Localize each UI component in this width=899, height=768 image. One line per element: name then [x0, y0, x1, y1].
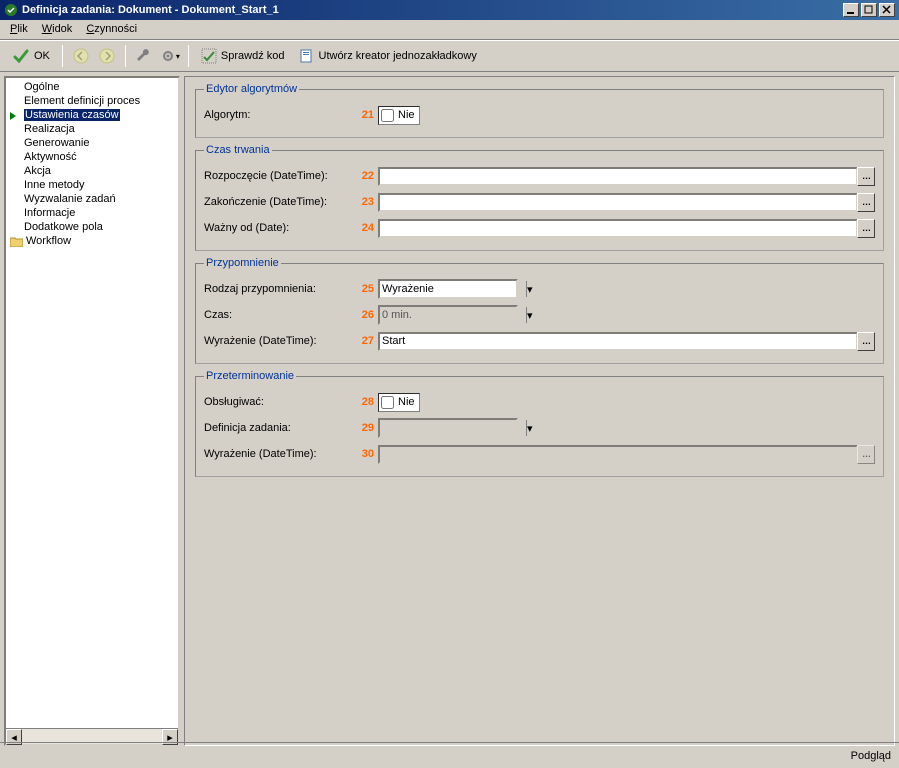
wyrazenie-2-picker: … — [857, 445, 875, 464]
verify-icon — [201, 48, 217, 64]
tree-item-dodatkowe-pola[interactable]: Dodatkowe pola — [6, 220, 178, 234]
definicja-combo: ▾ — [378, 418, 518, 438]
legend-edytor: Edytor algorytmów — [204, 83, 299, 95]
chevron-down-icon: ▾ — [526, 307, 533, 323]
num-29: 29 — [354, 422, 374, 434]
tree: Ogólne Element definicji proces Ustawien… — [6, 78, 178, 728]
group-edytor-algorytmow: Edytor algorytmów Algorytm: 21 Nie — [195, 83, 884, 138]
num-30: 30 — [354, 448, 374, 460]
num-23: 23 — [354, 196, 374, 208]
app-icon — [4, 3, 18, 17]
label-rodzaj-przyp: Rodzaj przypomnienia: — [204, 283, 354, 295]
menubar: Plik Widok Czynności — [0, 20, 899, 40]
rodzaj-przyp-combo[interactable]: ▾ — [378, 279, 518, 299]
label-wazny-od: Ważny od (Date): — [204, 222, 354, 234]
titlebar: Definicja zadania: Dokument - Dokument_S… — [0, 0, 899, 20]
sidebar: Ogólne Element definicji proces Ustawien… — [4, 76, 180, 746]
num-22: 22 — [354, 170, 374, 182]
tree-item-wyzwalanie[interactable]: Wyzwalanie zadań — [6, 192, 178, 206]
tool-gear-button[interactable]: ▾ — [158, 44, 182, 68]
obslugiwac-checkbox[interactable] — [381, 396, 394, 409]
nav-back-button[interactable] — [69, 44, 93, 68]
wyrazenie-input[interactable] — [378, 332, 858, 351]
legend-czas-trwania: Czas trwania — [204, 144, 272, 156]
wazny-od-picker[interactable]: … — [857, 219, 875, 238]
wizard-icon — [299, 48, 315, 64]
group-czas-trwania: Czas trwania Rozpoczęcie (DateTime): 22 … — [195, 144, 884, 251]
algorytm-checkbox-wrap[interactable]: Nie — [378, 106, 420, 125]
definicja-input — [380, 420, 526, 436]
obslugiwac-check-label: Nie — [398, 396, 415, 408]
tree-item-element-definicji[interactable]: Element definicji proces — [6, 94, 178, 108]
label-zakonczenie: Zakończenie (DateTime): — [204, 196, 354, 208]
window-title: Definicja zadania: Dokument - Dokument_S… — [22, 4, 843, 16]
label-wyrazenie: Wyrażenie (DateTime): — [204, 335, 354, 347]
chevron-down-icon: ▾ — [526, 420, 533, 436]
label-definicja-zadania: Definicja zadania: — [204, 422, 354, 434]
maximize-button[interactable] — [861, 3, 877, 17]
menu-plik[interactable]: Plik — [10, 23, 28, 35]
wyrazenie-2-input — [378, 445, 858, 464]
tree-item-aktywnosc[interactable]: Aktywność — [6, 150, 178, 164]
nav-forward-button[interactable] — [95, 44, 119, 68]
group-przeterminowanie: Przeterminowanie Obsługiwać: 28 Nie Defi… — [195, 370, 884, 477]
rodzaj-przyp-input[interactable] — [380, 281, 526, 297]
num-25: 25 — [354, 283, 374, 295]
czas-input — [380, 307, 526, 323]
tree-item-inne-metody[interactable]: Inne metody — [6, 178, 178, 192]
statusbar: Podgląd — [0, 742, 899, 768]
obslugiwac-checkbox-wrap[interactable]: Nie — [378, 393, 420, 412]
tree-item-ogolne[interactable]: Ogólne — [6, 80, 178, 94]
sprawdz-kod-button[interactable]: Sprawdź kod — [195, 44, 291, 68]
tree-item-workflow[interactable]: Workflow — [6, 234, 178, 248]
minimize-button[interactable] — [843, 3, 859, 17]
tree-item-realizacja[interactable]: Realizacja — [6, 122, 178, 136]
menu-czynnosci[interactable]: Czynności — [86, 23, 137, 35]
czas-combo: ▾ — [378, 305, 518, 325]
tree-item-generowanie[interactable]: Generowanie — [6, 136, 178, 150]
label-algorytm: Algorytm: — [204, 109, 354, 121]
menu-widok[interactable]: Widok — [42, 23, 73, 35]
check-icon — [12, 47, 30, 65]
zakonczenie-input[interactable] — [378, 193, 858, 212]
legend-przypomnienie: Przypomnienie — [204, 257, 281, 269]
folder-icon — [10, 236, 23, 247]
sprawdz-kod-label: Sprawdź kod — [221, 50, 285, 62]
wyrazenie-picker[interactable]: … — [857, 332, 875, 351]
toolbar: OK ▾ Sprawdź kod Utwórz kreator jednozak… — [0, 40, 899, 72]
rozpoczecie-input[interactable] — [378, 167, 858, 186]
group-przypomnienie: Przypomnienie Rodzaj przypomnienia: 25 ▾… — [195, 257, 884, 364]
num-24: 24 — [354, 222, 374, 234]
close-button[interactable] — [879, 3, 895, 17]
utworz-kreator-button[interactable]: Utwórz kreator jednozakładkowy — [293, 44, 483, 68]
tree-item-informacje[interactable]: Informacje — [6, 206, 178, 220]
rozpoczecie-picker[interactable]: … — [857, 167, 875, 186]
label-wyrazenie-2: Wyrażenie (DateTime): — [204, 448, 354, 460]
num-21: 21 — [354, 109, 374, 121]
tree-item-ustawienia-czasow[interactable]: Ustawienia czasów — [6, 108, 178, 122]
label-czas: Czas: — [204, 309, 354, 321]
num-28: 28 — [354, 396, 374, 408]
tree-item-akcja[interactable]: Akcja — [6, 164, 178, 178]
algorytm-check-label: Nie — [398, 109, 415, 121]
zakonczenie-picker[interactable]: … — [857, 193, 875, 212]
chevron-down-icon[interactable]: ▾ — [526, 281, 533, 297]
utworz-kreator-label: Utwórz kreator jednozakładkowy — [319, 50, 477, 62]
status-podglad: Podgląd — [851, 750, 891, 762]
legend-przeterminowanie: Przeterminowanie — [204, 370, 296, 382]
ok-button[interactable]: OK — [6, 44, 56, 68]
num-27: 27 — [354, 335, 374, 347]
num-26: 26 — [354, 309, 374, 321]
algorytm-checkbox[interactable] — [381, 109, 394, 122]
ok-label: OK — [34, 50, 50, 62]
label-obslugiwac: Obsługiwać: — [204, 396, 354, 408]
wazny-od-input[interactable] — [378, 219, 858, 238]
tool-wrench-button[interactable] — [132, 44, 156, 68]
main-panel: Edytor algorytmów Algorytm: 21 Nie Czas … — [184, 76, 895, 746]
label-rozpoczecie: Rozpoczęcie (DateTime): — [204, 170, 354, 182]
